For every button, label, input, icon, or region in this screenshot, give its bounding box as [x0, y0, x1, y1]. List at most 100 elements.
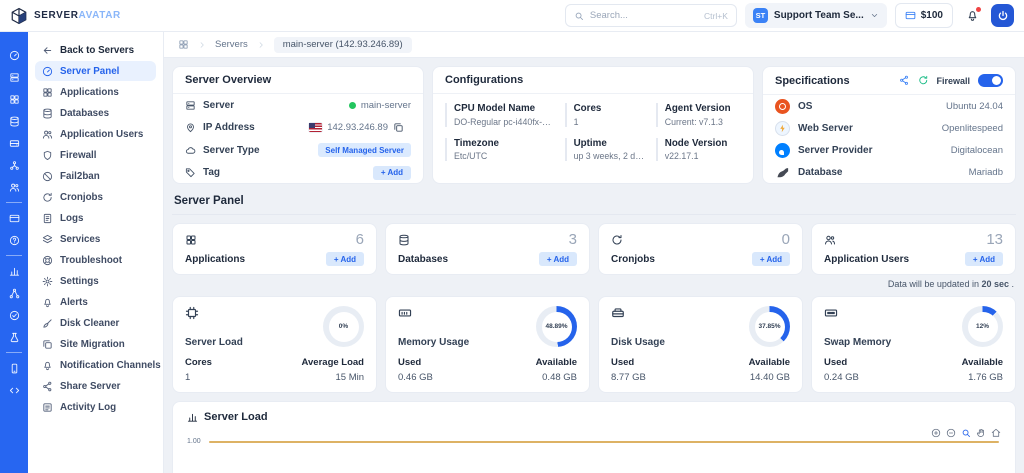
database-icon: [398, 234, 410, 246]
memory-used-value: 0.46 GB: [398, 372, 433, 383]
search-input[interactable]: [590, 10, 690, 21]
spec-row-provider: Server Provider Digitalocean: [763, 139, 1015, 161]
sidebar-item-application-users[interactable]: Application Users: [35, 124, 156, 144]
chevron-down-icon: [870, 11, 879, 20]
balance-button[interactable]: $100: [895, 3, 953, 28]
server-load-chart-card: Server Load 1.00: [172, 401, 1016, 473]
databases-stat-card[interactable]: 3 Databases+ Add: [385, 223, 590, 275]
load-series-line: [209, 441, 999, 443]
notifications-button[interactable]: [961, 5, 983, 27]
storage-icon[interactable]: [9, 138, 20, 149]
y-axis-tick: 1.00: [187, 438, 201, 445]
application-users-stat-card[interactable]: 13 Application Users+ Add: [811, 223, 1016, 275]
spec-row-database: Database Mariadb: [763, 161, 1015, 183]
add-cronjob-button[interactable]: + Add: [752, 252, 790, 266]
sidebar-item-site-migration[interactable]: Site Migration: [35, 334, 156, 354]
specifications-title: Specifications: [775, 75, 850, 87]
cronjobs-count: 0: [782, 231, 790, 248]
sidebar-item-activity-log[interactable]: Activity Log: [35, 397, 156, 417]
add-database-button[interactable]: + Add: [539, 252, 577, 266]
status-online-dot: [349, 102, 356, 109]
sidebar-item-databases[interactable]: Databases: [35, 103, 156, 123]
sidebar-item-fail2ban[interactable]: Fail2ban: [35, 166, 156, 186]
back-to-servers[interactable]: Back to Servers: [35, 40, 156, 60]
help-icon[interactable]: [9, 235, 20, 246]
rail-divider: [6, 255, 22, 256]
server-panel-icon[interactable]: [9, 72, 20, 83]
breadcrumb-current-server[interactable]: main-server (142.93.246.89): [274, 37, 412, 53]
sidebar-item-settings[interactable]: Settings: [35, 271, 156, 291]
sidebar-item-services[interactable]: Services: [35, 229, 156, 249]
billing-icon[interactable]: [9, 213, 20, 224]
cronjobs-stat-card[interactable]: 0 Cronjobs+ Add: [598, 223, 803, 275]
applications-stat-card[interactable]: 6 Applications+ Add: [172, 223, 377, 275]
refresh-specs-icon[interactable]: [918, 75, 929, 86]
sidebar-item-applications[interactable]: Applications: [35, 82, 156, 102]
mobile-icon[interactable]: [9, 363, 20, 374]
database-icon: [42, 108, 53, 119]
configurations-title: Configurations: [433, 67, 753, 94]
firewall-toggle[interactable]: [978, 74, 1003, 87]
rail-divider: [6, 202, 22, 203]
add-tag-button[interactable]: + Add: [373, 166, 411, 180]
specifications-card: Specifications Firewall OS Ubuntu 24.04: [762, 66, 1016, 184]
document-icon: [42, 213, 53, 224]
refresh-icon: [42, 192, 53, 203]
memory-usage-donut: 48.89%: [536, 306, 577, 347]
zoom-out-circle-icon[interactable]: [946, 428, 956, 438]
add-application-user-button[interactable]: + Add: [965, 252, 1003, 266]
sidebar-item-disk-cleaner[interactable]: Disk Cleaner: [35, 313, 156, 333]
sidebar-item-firewall[interactable]: Firewall: [35, 145, 156, 165]
sidebar-item-server-panel[interactable]: Server Panel: [35, 61, 156, 81]
analytics-icon[interactable]: [9, 266, 20, 277]
ubuntu-icon: [775, 99, 790, 114]
status-check-icon[interactable]: [9, 310, 20, 321]
users-icon: [824, 234, 836, 246]
serveravatar-logo[interactable]: SERVERAVATAR: [10, 7, 121, 25]
sidebar-item-share-server[interactable]: Share Server: [35, 376, 156, 396]
tag-icon: [185, 167, 196, 178]
databases-icon[interactable]: [9, 116, 20, 127]
applications-count: 6: [356, 231, 364, 248]
account-dropdown[interactable]: ST Support Team Se...: [745, 3, 887, 28]
zoom-in-circle-icon[interactable]: [931, 428, 941, 438]
ip-address-value: 142.93.246.89: [327, 122, 388, 133]
sidebar-item-cronjobs[interactable]: Cronjobs: [35, 187, 156, 207]
add-application-button[interactable]: + Add: [326, 252, 364, 266]
config-cpu-model: CPU Model NameDO-Regular pc-i440fx-6.1 C…: [445, 103, 555, 127]
code-icon[interactable]: [9, 385, 20, 396]
broom-icon: [42, 318, 53, 329]
pan-hand-icon[interactable]: [976, 428, 986, 438]
users-icon: [42, 129, 53, 140]
cluster-icon[interactable]: [9, 288, 20, 299]
share-specs-icon[interactable]: [899, 75, 910, 86]
sidebar-item-notification-channels[interactable]: Notification Channels: [35, 355, 156, 375]
users-icon[interactable]: [9, 182, 20, 193]
balance-amount: $100: [921, 10, 943, 21]
copy-ip-icon[interactable]: [393, 122, 404, 133]
list-icon: [42, 402, 53, 413]
swap-memory-card: 12% Swap Memory Used0.24 GB Available1.7…: [811, 296, 1016, 393]
top-bar: SERVERAVATAR Ctrl+K ST Support Team Se..…: [0, 0, 1024, 32]
applications-icon[interactable]: [9, 94, 20, 105]
swap-memory-icon: [824, 306, 838, 320]
server-load-card: 0% Server Load Cores1 Average Load15 Min: [172, 296, 377, 393]
grid-menu-icon[interactable]: [178, 39, 189, 50]
bell-icon: [42, 360, 53, 371]
power-button[interactable]: [991, 4, 1014, 27]
global-search[interactable]: Ctrl+K: [565, 4, 737, 27]
lab-icon[interactable]: [9, 332, 20, 343]
hard-disk-icon: [611, 306, 625, 320]
chart-plot-area[interactable]: 1.00: [187, 438, 1001, 458]
network-icon[interactable]: [9, 160, 20, 171]
server-type-badge: Self Managed Server: [318, 143, 411, 157]
sidebar-item-troubleshoot[interactable]: Troubleshoot: [35, 250, 156, 270]
dashboard-gauge-icon[interactable]: [9, 50, 20, 61]
overview-row-ip: IP Address 142.93.246.89: [173, 117, 423, 140]
home-reset-icon[interactable]: [991, 428, 1001, 438]
memory-available-value: 0.48 GB: [536, 372, 577, 383]
sidebar-item-logs[interactable]: Logs: [35, 208, 156, 228]
selection-zoom-icon[interactable]: [961, 428, 971, 438]
sidebar-item-alerts[interactable]: Alerts: [35, 292, 156, 312]
breadcrumb-servers[interactable]: Servers: [215, 39, 248, 50]
